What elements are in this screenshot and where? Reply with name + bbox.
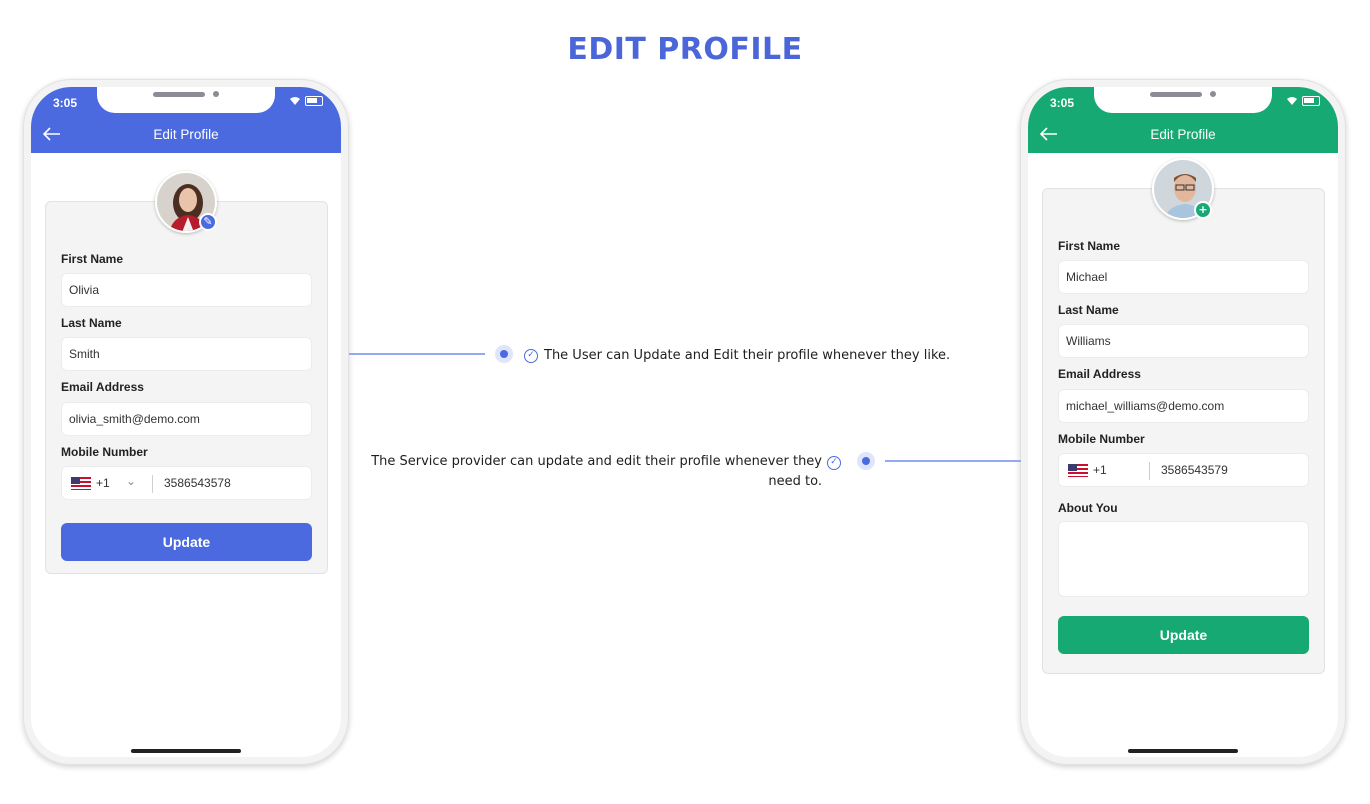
chevron-down-icon[interactable]: ⌄ [126,474,136,488]
status-icons [289,96,323,106]
check-circle-icon: ✓ [524,349,538,363]
divider [1149,462,1150,480]
first-name-label: First Name [61,252,124,266]
last-name-label: Last Name [61,316,122,330]
callout-provider-text: The Service provider can update and edit… [370,452,822,492]
first-name-label: First Name [1058,239,1121,253]
update-button[interactable]: Update [61,523,312,561]
divider [152,475,153,493]
signal-icon [290,97,300,105]
first-name-field[interactable]: Michael [1058,260,1309,294]
home-indicator [131,749,241,753]
mobile-label: Mobile Number [1058,432,1145,446]
about-textarea[interactable] [1058,521,1309,597]
home-indicator [1128,749,1238,753]
app-header: 3:05 Edit Profile [1028,87,1338,153]
status-icons [1286,96,1320,106]
connector-line-provider [885,460,1021,462]
email-label: Email Address [61,380,144,394]
phone-screen: 3:05 Edit Profile [1028,87,1338,757]
page: EDIT PROFILE 3:05 Edit Profile ✎ First N… [0,0,1370,804]
first-name-field[interactable]: Olivia [61,273,312,307]
dial-code[interactable]: +1 [1093,463,1107,477]
mobile-number-value[interactable]: 3586543578 [164,476,231,490]
phone-user: 3:05 Edit Profile ✎ First Name Olivia La… [23,79,349,765]
connector-line-user [349,353,485,355]
update-button[interactable]: Update [1058,616,1309,654]
phone-provider: 3:05 Edit Profile + First Name Michael L… [1020,79,1346,765]
last-name-field[interactable]: Smith [61,337,312,371]
mobile-field[interactable]: +1 3586543579 [1058,453,1309,487]
phone-screen: 3:05 Edit Profile [31,87,341,757]
about-label: About You [1058,501,1118,515]
email-field[interactable]: michael_williams@demo.com [1058,389,1309,423]
connector-dot-provider [857,452,875,470]
notch [1094,87,1272,113]
camera [1210,91,1216,97]
battery-icon [305,96,323,106]
notch [97,87,275,113]
callout-user-text: The User can Update and Edit their profi… [544,348,951,363]
dial-code[interactable]: +1 [96,476,110,490]
page-title: EDIT PROFILE [567,32,803,67]
mobile-label: Mobile Number [61,445,148,459]
us-flag-icon [1068,464,1088,477]
signal-icon [1287,97,1297,105]
check-circle-icon: ✓ [827,456,841,470]
us-flag-icon [71,477,91,490]
status-time: 3:05 [53,96,78,110]
plus-icon[interactable]: + [1194,201,1212,219]
last-name-label: Last Name [1058,303,1119,317]
header-title: Edit Profile [153,127,219,142]
speaker [1150,92,1202,97]
callout-provider-line2: need to. [768,474,822,489]
camera [213,91,219,97]
mobile-field[interactable]: +1 ⌄ 3586543578 [61,466,312,500]
pencil-icon[interactable]: ✎ [199,213,217,231]
email-label: Email Address [1058,367,1141,381]
last-name-field[interactable]: Williams [1058,324,1309,358]
header-title: Edit Profile [1150,127,1216,142]
callout-provider-line1: The Service provider can update and edit… [371,454,822,469]
connector-dot-user [495,345,513,363]
email-field[interactable]: olivia_smith@demo.com [61,402,312,436]
app-header: 3:05 Edit Profile [31,87,341,153]
mobile-number-value[interactable]: 3586543579 [1161,463,1228,477]
speaker [153,92,205,97]
battery-icon [1302,96,1320,106]
status-time: 3:05 [1050,96,1075,110]
